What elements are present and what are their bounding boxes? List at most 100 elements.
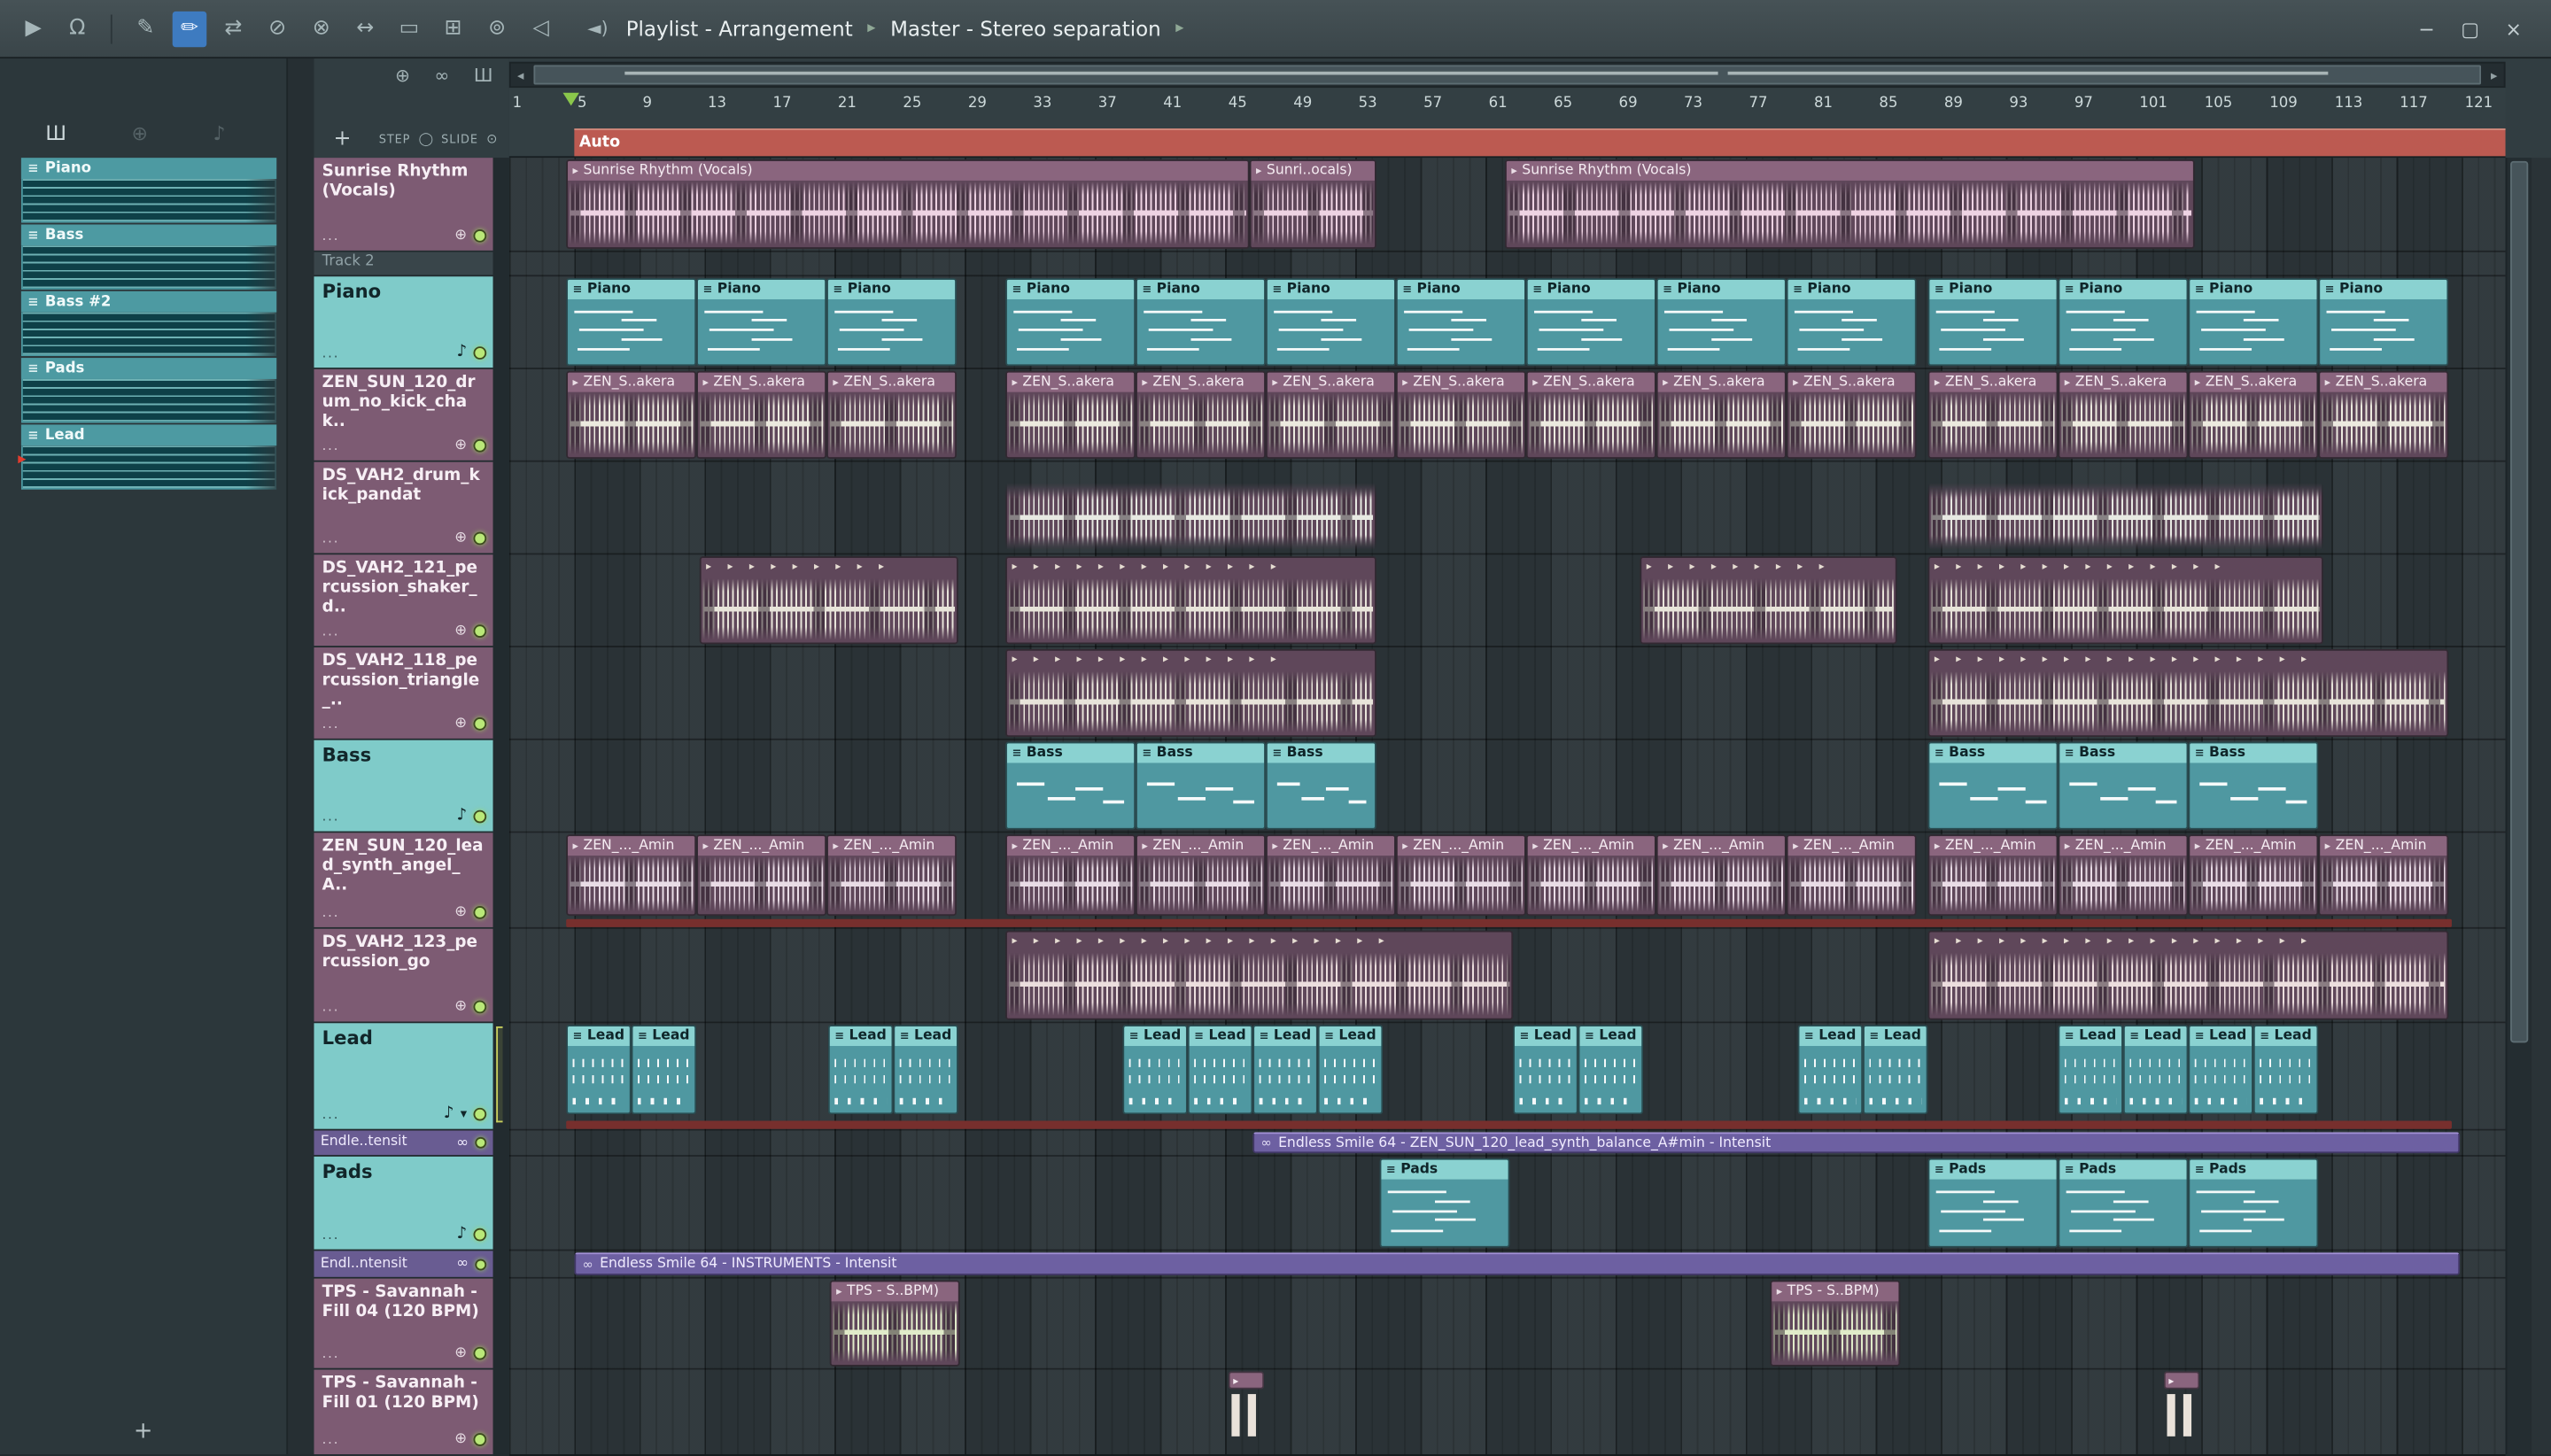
track-menu-dots[interactable]: ··· <box>322 910 340 925</box>
headphones-icon[interactable]: Ω <box>60 11 95 46</box>
playlist-lane-pads[interactable]: ≡ Pads ≡ Pads ≡ Pads ≡ Pads <box>508 1157 2506 1251</box>
speaker-icon[interactable]: ◄) <box>587 18 608 39</box>
clip-zen-s-akera[interactable]: ▸ ZEN_S..akera <box>1655 370 1787 459</box>
track-header-zen-drum[interactable]: ZEN_SUN_120_drum_no_kick_chak.. ··· ⊕ <box>314 368 493 462</box>
clip-pads[interactable]: ≡ Pads <box>2058 1158 2189 1248</box>
track-enable-led[interactable] <box>473 438 487 453</box>
pattern-grid-icon[interactable]: Ш <box>45 122 66 145</box>
track-enable-led[interactable] <box>473 531 487 546</box>
clip-lead[interactable]: ≡ Lead <box>1578 1025 1644 1115</box>
clip-zen-amin[interactable]: ▸ ZEN_..._Amin <box>2318 834 2449 917</box>
clip-shaker[interactable]: ▸▸▸▸▸▸▸▸▸ <box>1640 556 1897 645</box>
playback-tool-icon[interactable]: ◁ <box>523 11 558 46</box>
track-menu-dots[interactable]: ··· <box>322 1111 340 1126</box>
pattern-item-bass-2[interactable]: ≡ Bass #2 <box>20 290 277 357</box>
clip-lead[interactable]: ≡ Lead <box>631 1025 697 1115</box>
clip-lead[interactable]: ≡ Lead <box>893 1025 958 1115</box>
clip-piano[interactable]: ≡ Piano <box>1136 278 1266 367</box>
clip-zen-amin[interactable]: ▸ ZEN_..._Amin <box>1395 834 1526 917</box>
clip-bass[interactable]: ≡ Bass <box>2058 741 2189 830</box>
clip-lead[interactable]: ≡ Lead <box>1797 1025 1864 1115</box>
track-enable-led[interactable] <box>473 1433 487 1446</box>
track-enable-led[interactable] <box>473 1227 487 1241</box>
playlist-lane-fill01[interactable]: ▸ ▸ <box>508 1370 2506 1456</box>
paint-tool-icon[interactable]: ✏ <box>172 10 207 47</box>
track-enable-led[interactable] <box>473 716 487 731</box>
clip-zen-amin[interactable]: ▸ ZEN_..._Amin <box>696 834 827 917</box>
clip-zen-s-akera[interactable]: ▸ ZEN_S..akera <box>2058 370 2189 459</box>
track-header-perc-go[interactable]: DS_VAH2_123_percussion_go ··· ⊕ <box>314 928 493 1024</box>
clip-piano[interactable]: ≡ Piano <box>1395 278 1526 367</box>
clip-lead[interactable]: ≡ Lead <box>1187 1025 1253 1115</box>
clip-pads[interactable]: ≡ Pads <box>1379 1158 1510 1248</box>
track-menu-dots[interactable]: ··· <box>322 628 340 643</box>
note-icon[interactable]: ♪ <box>213 122 225 145</box>
track-enable-led[interactable] <box>473 624 487 638</box>
playlist-lane-bass[interactable]: ≡ Bass ≡ Bass ≡ Bass ≡ Bass ≡ Bass ≡ Bass <box>508 740 2506 833</box>
select-tool-icon[interactable]: ▭ <box>392 11 427 46</box>
clip-lead[interactable]: ≡ Lead <box>1513 1025 1578 1115</box>
clip-pads[interactable]: ≡ Pads <box>2188 1158 2319 1248</box>
clip-piano[interactable]: ≡ Piano <box>1655 278 1787 367</box>
clip-piano[interactable]: ≡ Piano <box>1927 278 2059 367</box>
clip-shaker[interactable]: ▸▸▸▸▸▸▸▸▸▸▸▸▸▸ <box>1927 556 2323 645</box>
track-header-auto1[interactable]: Endle..tensit ∞ <box>314 1130 493 1157</box>
clip-zen-amin[interactable]: ▸ ZEN_..._Amin <box>1786 834 1917 917</box>
slip-tool-icon[interactable]: ⇄ <box>216 11 251 46</box>
play-icon[interactable]: ▶ <box>16 11 50 46</box>
clip-tps-s-bpm[interactable]: ▸ TPS - S..BPM) <box>829 1280 960 1367</box>
vertical-scrollbar[interactable] <box>2505 158 2532 1455</box>
track-menu-dots[interactable]: ··· <box>322 1437 340 1452</box>
marquee-tool-icon[interactable]: ⊞ <box>436 11 470 46</box>
clip-lead[interactable]: ≡ Lead <box>1863 1025 1928 1115</box>
track-enable-led[interactable] <box>473 1106 487 1120</box>
clip-zen-s-akera[interactable]: ▸ ZEN_S..akera <box>1265 370 1396 459</box>
clip-zen-amin[interactable]: ▸ ZEN_..._Amin <box>1005 834 1136 917</box>
clip-bass[interactable]: ≡ Bass <box>1136 741 1266 830</box>
playlist-lane-kick[interactable] <box>508 462 2506 555</box>
clip-sunrise-rhythm-vocals[interactable]: ▸ Sunrise Rhythm (Vocals) <box>1504 159 2195 250</box>
automation-clip[interactable]: ∞ Endless Smile 64 - INSTRUMENTS - Intens… <box>574 1252 2461 1275</box>
track-menu-dots[interactable]: ··· <box>322 1003 340 1018</box>
vertical-scrollbar-thumb[interactable] <box>2510 160 2529 1043</box>
automation-clip[interactable]: ∞ Endless Smile 64 - ZEN_SUN_120_lead_syn… <box>1252 1132 2461 1154</box>
track-header-pads[interactable]: Pads ··· ♪ <box>314 1156 493 1251</box>
clip-lead[interactable]: ≡ Lead <box>1252 1025 1318 1115</box>
track-menu-dots[interactable]: ··· <box>322 443 340 458</box>
chevron-down-icon[interactable]: ▾ <box>461 1106 467 1121</box>
track-enable-led[interactable] <box>475 1258 487 1270</box>
scrollbar-thumb[interactable] <box>533 65 2482 85</box>
clip-shaker[interactable]: ▸▸▸▸▸▸▸▸▸ <box>699 556 958 645</box>
playlist-lane-zen-lead[interactable]: ▸ ZEN_..._Amin ▸ ZEN_..._Amin ▸ ZEN_..._Amin ▸… <box>508 833 2506 929</box>
clip-triangle[interactable]: ▸▸▸▸▸▸▸▸▸▸▸▸▸ <box>1005 648 1376 738</box>
track-header-piano[interactable]: Piano ··· ♪ <box>314 276 493 369</box>
playlist-lane-piano[interactable]: ≡ Piano ≡ Piano ≡ Piano ≡ Piano ≡ Piano ≡ Piano ≡ Pia… <box>508 276 2506 369</box>
clip-triangle[interactable]: ▸▸▸▸▸▸▸▸▸▸▸▸▸▸▸▸▸▸ <box>1927 648 2449 738</box>
clip-piano[interactable]: ≡ Piano <box>826 278 957 367</box>
track-header-fill04[interactable]: TPS - Savannah - Fill 04 (120 BPM) ··· ⊕ <box>314 1278 493 1370</box>
clip-zen-s-akera[interactable]: ▸ ZEN_S..akera <box>1005 370 1136 459</box>
draw-tool-icon[interactable]: ✎ <box>128 11 163 46</box>
clip-fill01[interactable]: ▸ <box>1228 1371 1265 1452</box>
clip-zen-amin[interactable]: ▸ ZEN_..._Amin <box>826 834 957 917</box>
track-menu-dots[interactable]: ··· <box>322 350 340 365</box>
clip-sunri-ocals[interactable]: ▸ Sunri..ocals) <box>1249 159 1376 250</box>
pattern-item-bass[interactable]: ≡ Bass <box>20 224 277 290</box>
horizontal-scrollbar[interactable]: ◂ ▸ <box>508 61 2506 89</box>
track-menu-dots[interactable]: ··· <box>322 813 340 828</box>
clip-lead[interactable]: ≡ Lead <box>827 1025 894 1115</box>
clip-piano[interactable]: ≡ Piano <box>566 278 697 367</box>
clip-perc-go[interactable]: ▸▸▸▸▸▸▸▸▸▸▸▸▸▸▸▸▸▸ <box>1927 930 2449 1020</box>
clip-zen-s-akera[interactable]: ▸ ZEN_S..akera <box>566 370 697 459</box>
close-button[interactable]: × <box>2505 17 2521 40</box>
clip-kick[interactable] <box>1927 481 2323 552</box>
clip-tps-s-bpm[interactable]: ▸ TPS - S..BPM) <box>1770 1280 1901 1367</box>
move-icon[interactable]: ⊕ <box>131 122 147 145</box>
track-header-track2[interactable]: Track 2 <box>314 252 493 277</box>
arrangement-grid[interactable]: ▸ Sunrise Rhythm (Vocals) ▸ Sunri..ocals) ▸ S… <box>496 158 2506 1456</box>
clip-zen-s-akera[interactable]: ▸ ZEN_S..akera <box>1927 370 2059 459</box>
scrollbar-track[interactable] <box>531 64 2485 87</box>
muted-red-strip[interactable] <box>566 1120 2452 1129</box>
track-menu-dots[interactable]: ··· <box>322 1350 340 1365</box>
playlist-lane-lead[interactable]: ≡ Lead ≡ Lead ≡ Lead ≡ Lead ≡ Lead ≡ Lead ≡ Lead ≡ Lead… <box>496 1023 2506 1131</box>
